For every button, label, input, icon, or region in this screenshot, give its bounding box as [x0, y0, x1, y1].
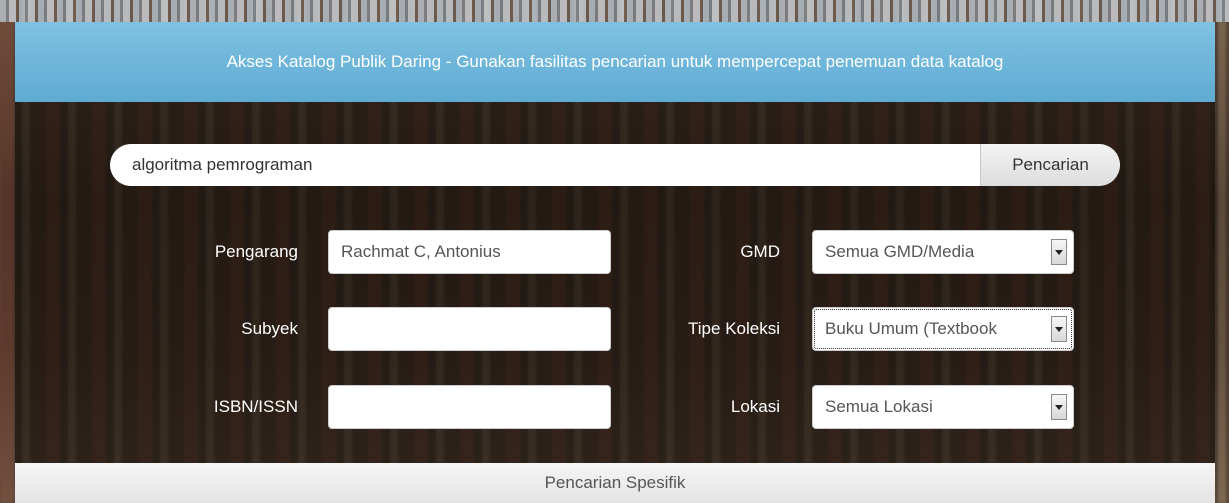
collection-type-select[interactable]: Buku Umum (Textbook [812, 307, 1074, 351]
subject-field[interactable] [328, 307, 611, 351]
collection-type-label: Tipe Koleksi [688, 319, 780, 338]
chevron-down-icon[interactable] [1051, 239, 1067, 265]
location-label: Lokasi [730, 397, 780, 416]
search-button[interactable]: Pencarian [980, 144, 1120, 186]
location-select[interactable]: Semua Lokasi [812, 385, 1074, 429]
search-bar: Pencarian [110, 144, 1120, 186]
isbn-label: ISBN/ISSN [213, 397, 298, 416]
isbn-field[interactable] [328, 385, 611, 429]
search-input[interactable] [110, 144, 980, 186]
author-field[interactable]: Rachmat C, Antonius [328, 230, 611, 274]
specific-search-toggle[interactable]: Pencarian Spesifik [15, 463, 1215, 503]
chevron-down-icon[interactable] [1051, 394, 1067, 420]
background-top-strip [0, 0, 1229, 22]
gmd-select[interactable]: Semua GMD/Media [812, 230, 1074, 274]
collection-type-select-value: Buku Umum (Textbook [825, 319, 997, 338]
footer-label: Pencarian Spesifik [544, 473, 686, 492]
header-title: Akses Katalog Publik Daring - Gunakan fa… [226, 52, 1004, 71]
gmd-label: GMD [740, 242, 780, 261]
subject-label: Subyek [241, 319, 298, 338]
catalog-search-panel: Akses Katalog Publik Daring - Gunakan fa… [15, 22, 1215, 503]
gmd-select-value: Semua GMD/Media [825, 242, 975, 261]
panel-header: Akses Katalog Publik Daring - Gunakan fa… [15, 22, 1215, 102]
author-label: Pengarang [214, 242, 298, 261]
chevron-down-icon[interactable] [1051, 316, 1067, 342]
location-select-value: Semua Lokasi [825, 397, 933, 416]
